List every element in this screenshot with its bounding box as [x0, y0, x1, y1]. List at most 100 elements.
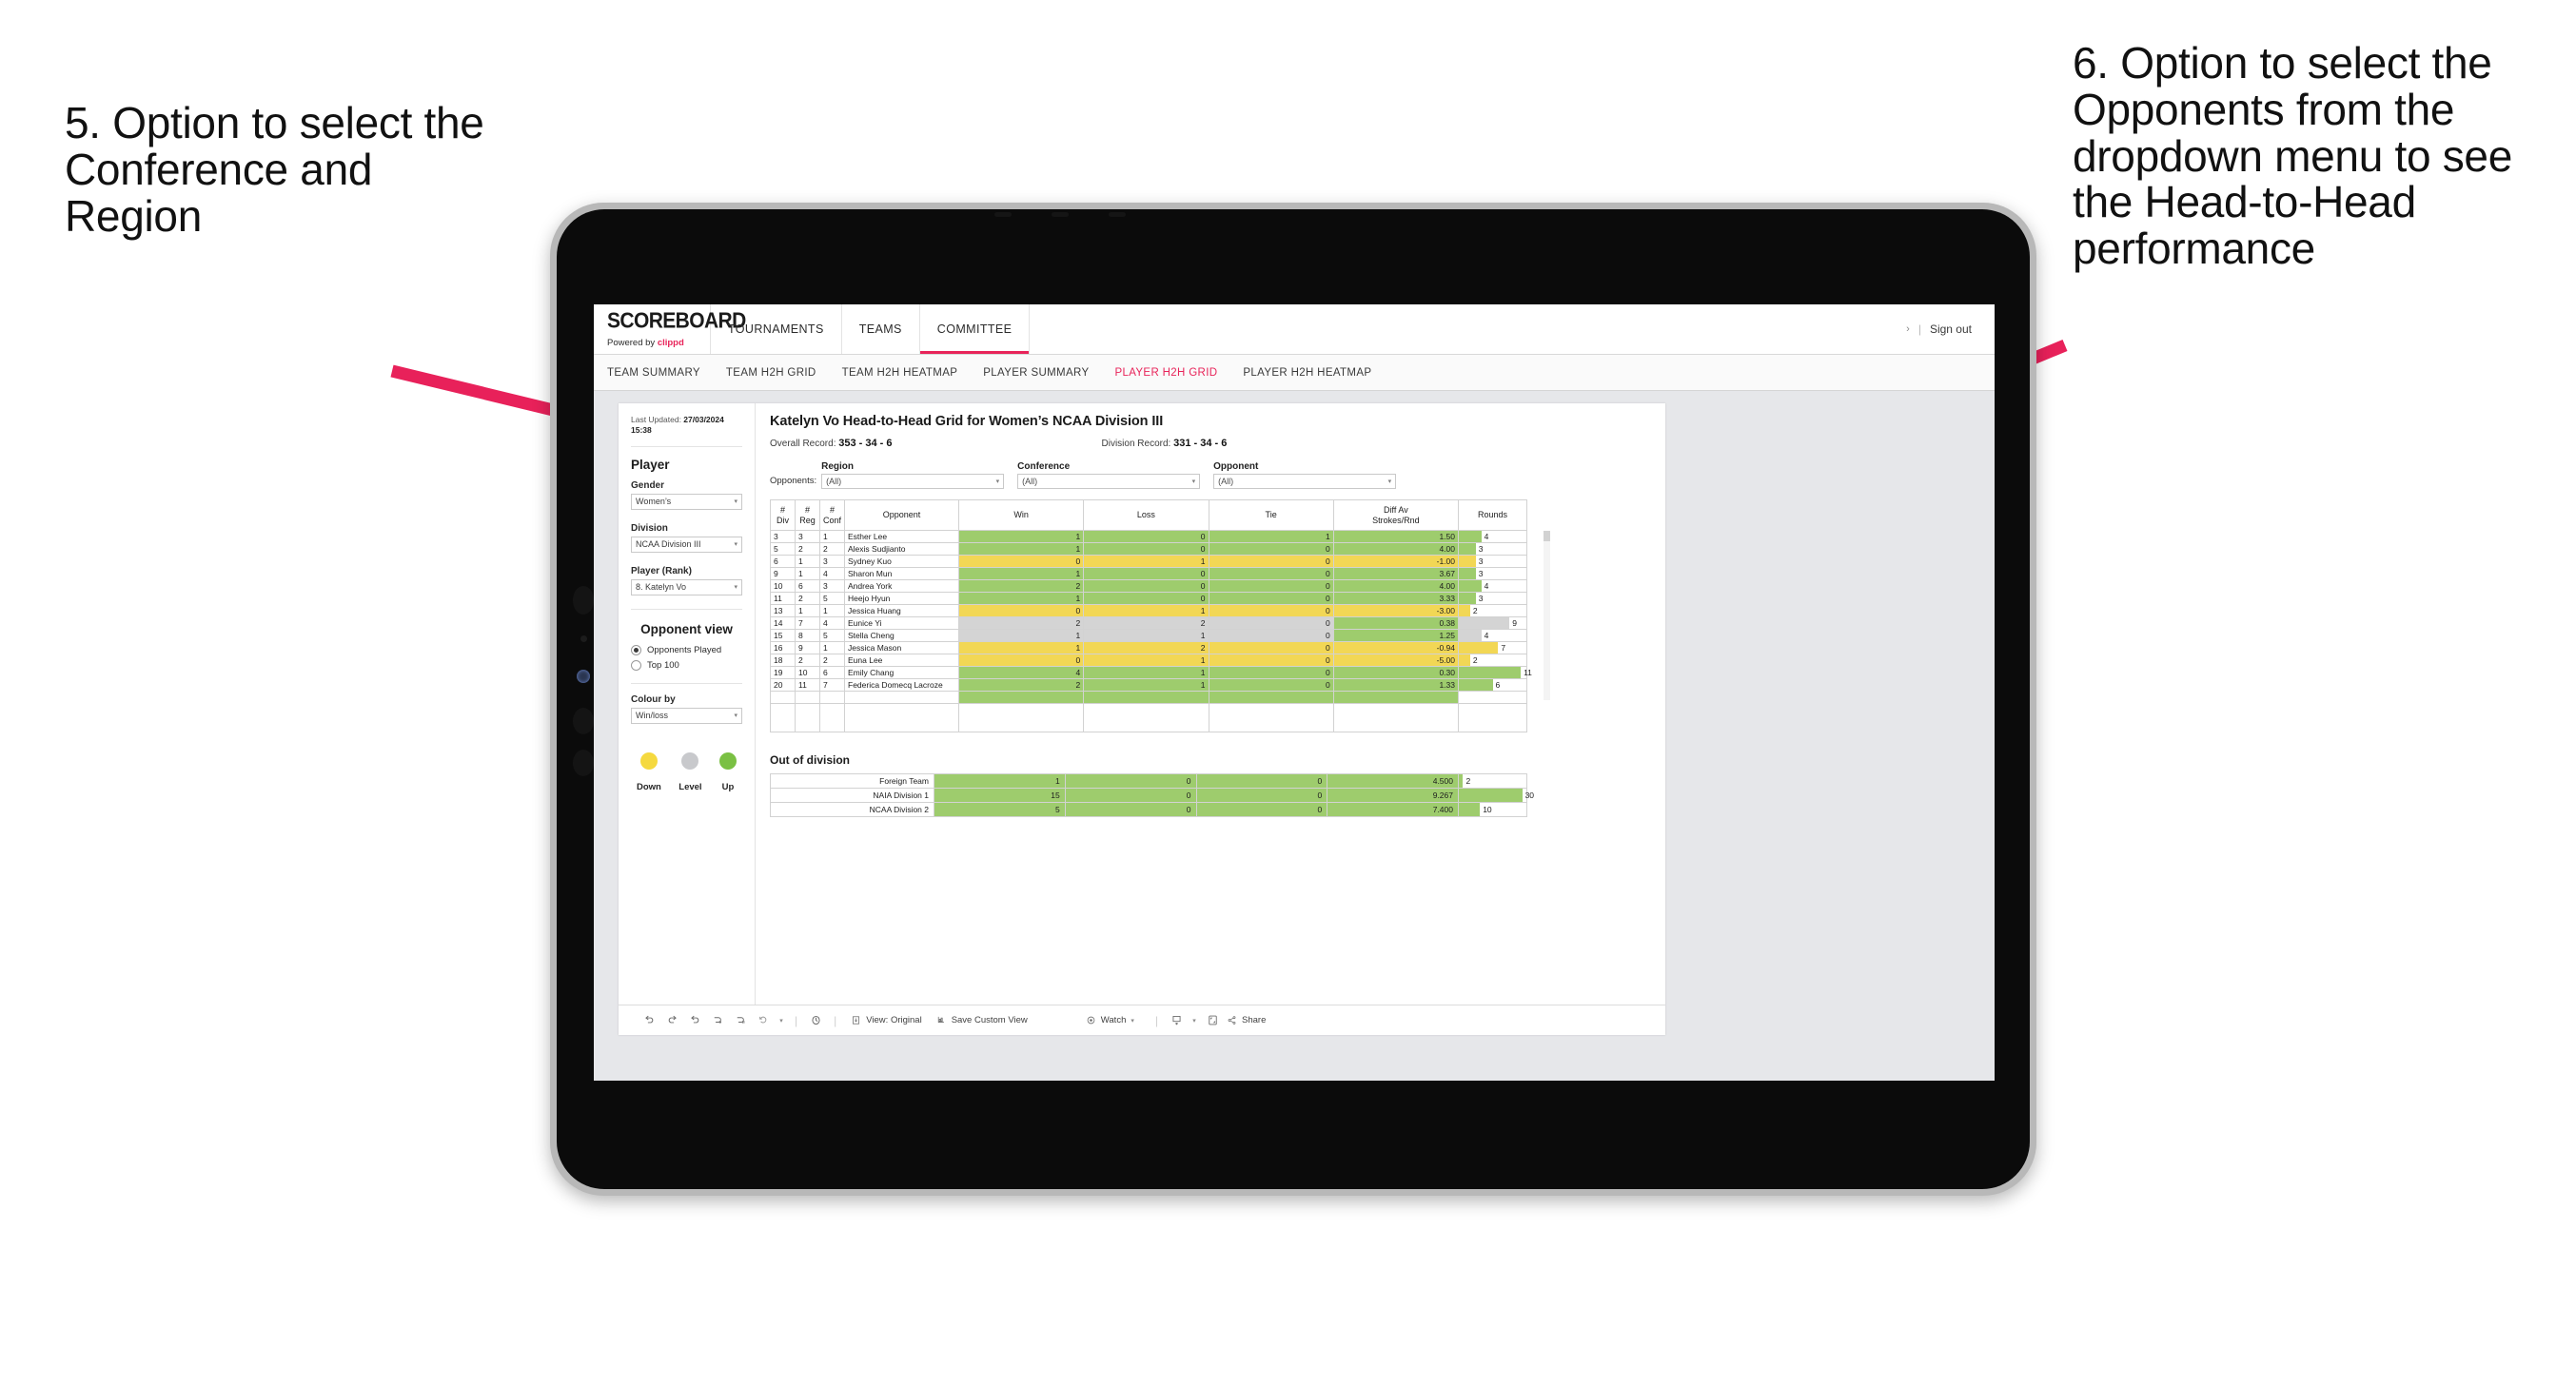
topnav-item-tournaments[interactable]: TOURNAMENTS: [711, 304, 842, 354]
main-content: Katelyn Vo Head-to-Head Grid for Women’s…: [756, 403, 1665, 1005]
topnav-item-committee[interactable]: COMMITTEE: [919, 304, 1031, 354]
undo-icon[interactable]: [638, 1009, 660, 1032]
sensor-icon: [994, 212, 1012, 217]
cell-win: 2: [957, 678, 1085, 692]
table-row[interactable]: 13 1 1 Jessica Huang 0 1 0 -3.00 2: [770, 604, 1527, 617]
download-dropdown-icon[interactable]: ▾: [1188, 1009, 1201, 1032]
grid-col-header: # Conf: [819, 499, 845, 531]
cell-loss: 0: [1083, 542, 1209, 556]
cell-tie: 0: [1208, 604, 1334, 617]
cell-tie: 0: [1208, 641, 1334, 654]
chevron-right-icon[interactable]: ›: [1906, 323, 1910, 335]
table-row[interactable]: NCAA Division 2 5 0 0 7.400 10: [770, 802, 1527, 817]
region-select[interactable]: (All) ▾: [821, 474, 1005, 489]
cell-conf: 5: [819, 629, 845, 642]
tab-team-summary[interactable]: TEAM SUMMARY: [607, 367, 700, 379]
tab-player-h2h-grid[interactable]: PLAYER H2H GRID: [1114, 367, 1217, 379]
cell-conf: 4: [819, 616, 845, 630]
rounds-bar: [1459, 789, 1523, 802]
opponent-select[interactable]: (All) ▾: [1213, 474, 1397, 489]
brand-logo[interactable]: SCOREBOARD Powered by clippd: [594, 304, 746, 354]
table-row[interactable]: 6 1 3 Sydney Kuo 0 1 0 -1.00 3: [770, 555, 1527, 568]
opponent-filters: Opponents: Region (All) ▾ Conference (Al…: [770, 461, 1649, 489]
grid-scrollbar-thumb[interactable]: [1544, 531, 1550, 541]
watch-button[interactable]: Watch ▾: [1086, 1015, 1134, 1025]
tab-player-h2h-heatmap[interactable]: PLAYER H2H HEATMAP: [1243, 367, 1371, 379]
save-custom-view-button[interactable]: Save Custom View: [936, 1015, 1028, 1025]
cell-div: 16: [770, 641, 796, 654]
table-row[interactable]: 14 7 4 Eunice Yi 2 2 0 0.38 9: [770, 616, 1527, 630]
brand-title: SCOREBOARD: [607, 308, 746, 334]
conference-select[interactable]: (All) ▾: [1017, 474, 1201, 489]
rounds-value: 30: [1524, 791, 1535, 800]
share-button[interactable]: Share: [1227, 1015, 1266, 1025]
topnav-label: COMMITTEE: [936, 322, 1013, 336]
player-section-heading: Player: [631, 457, 670, 472]
gender-select[interactable]: Women’s ▾: [631, 493, 742, 510]
radio-unselected-icon: [631, 659, 641, 671]
table-row[interactable]: 11 2 5 Heejo Hyun 1 0 0 3.33 3: [770, 592, 1527, 605]
table-row[interactable]: 9 1 4 Sharon Mun 1 0 0 3.67 3: [770, 567, 1527, 580]
refresh-dropdown-icon[interactable]: ▾: [775, 1009, 788, 1032]
player-rank-select[interactable]: 8. Katelyn Vo ▾: [631, 578, 742, 595]
cell-conf: 2: [819, 542, 845, 556]
cell-name: NAIA Division 1: [770, 788, 934, 803]
table-row[interactable]: 15 8 5 Stella Cheng 1 1 0 1.25 4: [770, 629, 1527, 642]
division-select[interactable]: NCAA Division III ▾: [631, 536, 742, 553]
tab-team-h2h-heatmap[interactable]: TEAM H2H HEATMAP: [842, 367, 958, 379]
cell-conf: 4: [819, 567, 845, 580]
table-row[interactable]: 19 10 6 Emily Chang 4 1 0 0.30 11: [770, 666, 1532, 679]
table-row[interactable]: 20 11 7 Federica Domecq Lacroze 2 1 0 1.33 6: [770, 678, 1527, 692]
cell-loss: 1: [1083, 604, 1209, 617]
brand-sub-prefix: Powered by: [607, 338, 658, 348]
cell-opponent: Jessica Huang: [844, 604, 959, 617]
tab-team-h2h-grid[interactable]: TEAM H2H GRID: [726, 367, 816, 379]
grid-scrollbar-track[interactable]: [1544, 531, 1550, 700]
toolbar-separator: |: [834, 1013, 837, 1027]
radio-opponents-played[interactable]: Opponents Played: [631, 644, 742, 655]
rounds-value: 9: [1512, 618, 1517, 628]
table-row[interactable]: 10 6 3 Andrea York 2 0 0 4.00 4: [770, 579, 1527, 593]
annotation-left: 5. Option to select the Conference and R…: [65, 98, 484, 241]
download-icon[interactable]: [1165, 1009, 1188, 1032]
topnav-item-teams[interactable]: TEAMS: [842, 304, 920, 354]
cell-win: 1: [957, 542, 1085, 556]
tab-player-summary[interactable]: PLAYER SUMMARY: [983, 367, 1089, 379]
records-row: Overall Record: 353 - 34 - 6 Division Re…: [770, 438, 1649, 449]
redo-icon[interactable]: [660, 1009, 683, 1032]
rounds-cell: 30: [1458, 788, 1534, 803]
pause-auto-update-icon[interactable]: [706, 1009, 729, 1032]
refresh-icon[interactable]: [752, 1009, 775, 1032]
colour-by-select[interactable]: Win/loss ▾: [631, 707, 742, 724]
resume-auto-update-icon[interactable]: [729, 1009, 752, 1032]
cell-win: 0: [957, 654, 1085, 667]
table-row[interactable]: 5 2 2 Alexis Sudjianto 1 0 0 4.00 3: [770, 542, 1527, 556]
cell-tie: 0: [1195, 802, 1328, 817]
cell-reg: 1: [795, 555, 820, 568]
sign-out-link[interactable]: Sign out: [1930, 322, 1972, 336]
table-row[interactable]: NAIA Division 1 15 0 0 9.267 30: [770, 788, 1534, 803]
divider: [631, 445, 742, 447]
rounds-bar: [1459, 642, 1499, 654]
grid-col-header: Rounds: [1458, 499, 1527, 531]
cell-reg: 3: [795, 530, 820, 543]
pause-icon[interactable]: [804, 1009, 827, 1032]
radio-top-100[interactable]: Top 100: [631, 659, 742, 671]
revert-icon[interactable]: [683, 1009, 706, 1032]
table-row[interactable]: 16 9 1 Jessica Mason 1 2 0 -0.94 7: [770, 641, 1527, 654]
table-row[interactable]: 3 3 1 Esther Lee 1 0 1 1.50 4: [770, 530, 1527, 543]
fullscreen-icon[interactable]: [1201, 1009, 1224, 1032]
cell-conf: 2: [819, 654, 845, 667]
rounds-cell: 10: [1458, 802, 1527, 817]
cell-name: Foreign Team: [770, 773, 934, 789]
cell-div: 15: [770, 629, 796, 642]
page-title: Katelyn Vo Head-to-Head Grid for Women’s…: [770, 414, 1164, 429]
sensor-dot-icon: [580, 635, 587, 642]
table-row[interactable]: Foreign Team 1 0 0 4.500 2: [770, 773, 1527, 789]
table-row[interactable]: 18 2 2 Euna Lee 0 1 0 -5.00 2: [770, 654, 1527, 667]
watch-label: Watch: [1100, 1015, 1127, 1025]
region-value: (All): [826, 477, 842, 486]
division-record: Division Record: 331 - 34 - 6: [1102, 438, 1228, 449]
cell-tie: 0: [1208, 666, 1334, 679]
view-original-button[interactable]: View: Original: [851, 1015, 922, 1025]
